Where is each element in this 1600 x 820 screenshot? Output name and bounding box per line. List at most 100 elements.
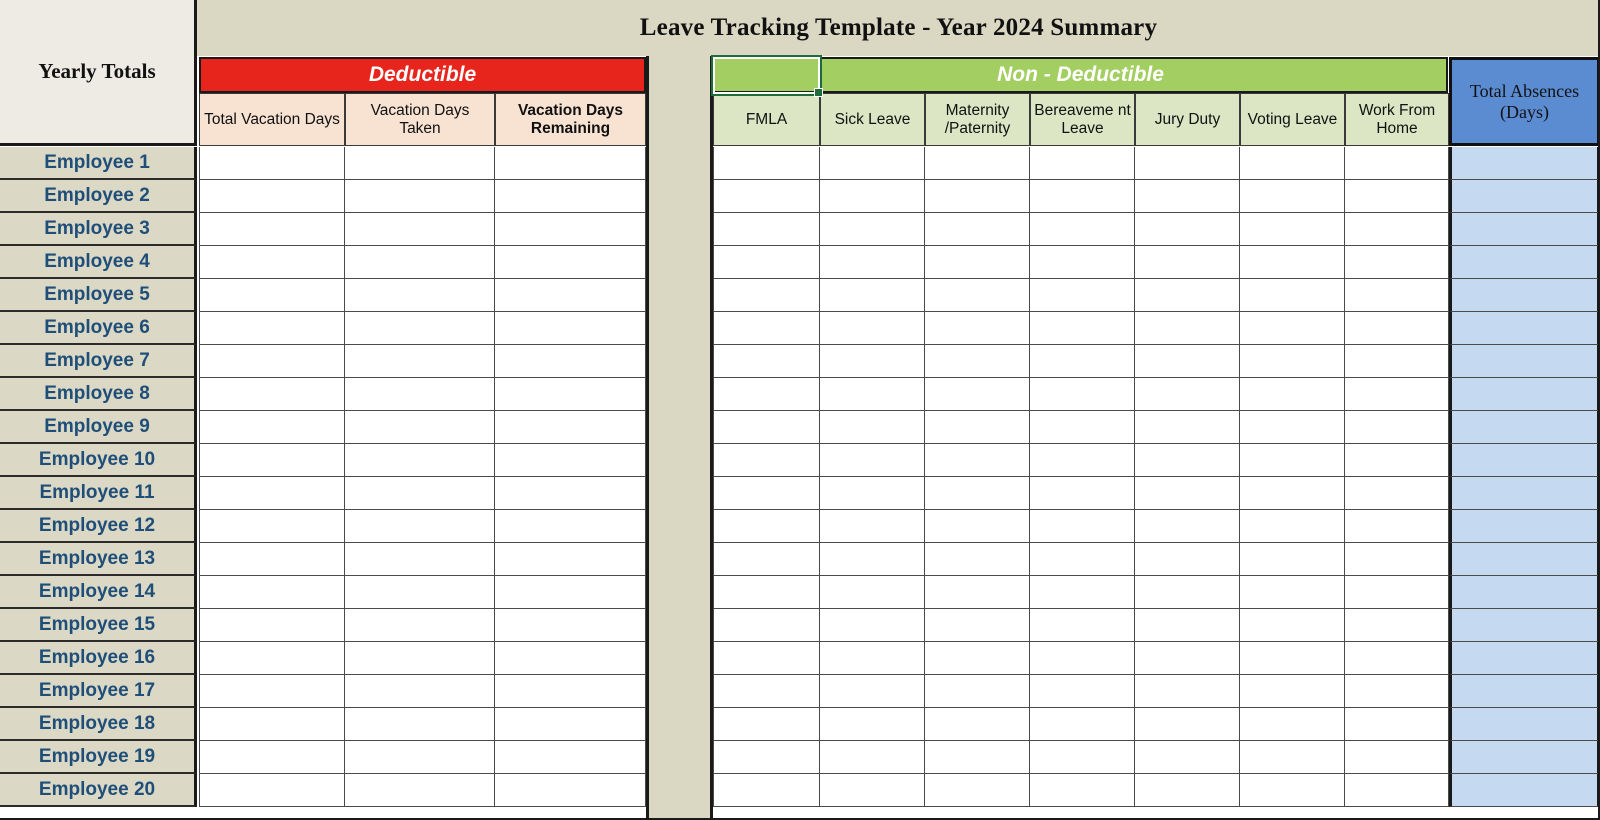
cell-non-deductible-r5-c4[interactable] (1030, 279, 1135, 312)
cell-non-deductible-r8-c3[interactable] (925, 378, 1030, 411)
cell-deductible-r13-c1[interactable] (199, 543, 345, 576)
cell-non-deductible-r8-c4[interactable] (1030, 378, 1135, 411)
cell-deductible-r4-c3[interactable] (495, 246, 646, 279)
cell-non-deductible-r17-c2[interactable] (820, 675, 925, 708)
employee-name-cell-17[interactable]: Employee 17 (0, 675, 197, 708)
employee-name-cell-2[interactable]: Employee 2 (0, 180, 197, 213)
cell-non-deductible-r3-c7[interactable] (1345, 213, 1449, 246)
cell-non-deductible-r2-c7[interactable] (1345, 180, 1449, 213)
cell-non-deductible-r16-c1[interactable] (713, 642, 820, 675)
cell-deductible-r11-c2[interactable] (345, 477, 495, 510)
cell-total-absences-r11[interactable] (1449, 477, 1600, 510)
cell-non-deductible-r18-c7[interactable] (1345, 708, 1449, 741)
cell-non-deductible-r11-c1[interactable] (713, 477, 820, 510)
cell-non-deductible-r3-c2[interactable] (820, 213, 925, 246)
cell-deductible-r13-c3[interactable] (495, 543, 646, 576)
cell-non-deductible-r20-c7[interactable] (1345, 774, 1449, 807)
cell-non-deductible-r9-c5[interactable] (1135, 411, 1240, 444)
cell-non-deductible-r9-c7[interactable] (1345, 411, 1449, 444)
cell-deductible-r19-c1[interactable] (199, 741, 345, 774)
cell-non-deductible-r10-c2[interactable] (820, 444, 925, 477)
cell-non-deductible-r16-c7[interactable] (1345, 642, 1449, 675)
cell-non-deductible-r20-c2[interactable] (820, 774, 925, 807)
cell-non-deductible-r5-c6[interactable] (1240, 279, 1345, 312)
employee-name-cell-18[interactable]: Employee 18 (0, 708, 197, 741)
cell-non-deductible-r2-c5[interactable] (1135, 180, 1240, 213)
cell-deductible-r3-c1[interactable] (199, 213, 345, 246)
cell-deductible-r2-c3[interactable] (495, 180, 646, 213)
cell-deductible-r20-c1[interactable] (199, 774, 345, 807)
cell-non-deductible-r14-c5[interactable] (1135, 576, 1240, 609)
cell-deductible-r12-c3[interactable] (495, 510, 646, 543)
cell-non-deductible-r20-c1[interactable] (713, 774, 820, 807)
cell-deductible-r10-c3[interactable] (495, 444, 646, 477)
employee-name-cell-8[interactable]: Employee 8 (0, 378, 197, 411)
cell-non-deductible-r8-c7[interactable] (1345, 378, 1449, 411)
cell-non-deductible-r2-c2[interactable] (820, 180, 925, 213)
cell-deductible-r2-c2[interactable] (345, 180, 495, 213)
cell-deductible-r5-c3[interactable] (495, 279, 646, 312)
cell-non-deductible-r19-c6[interactable] (1240, 741, 1345, 774)
cell-non-deductible-r4-c6[interactable] (1240, 246, 1345, 279)
cell-non-deductible-r11-c3[interactable] (925, 477, 1030, 510)
cell-non-deductible-r13-c1[interactable] (713, 543, 820, 576)
cell-non-deductible-r6-c5[interactable] (1135, 312, 1240, 345)
cell-deductible-r16-c2[interactable] (345, 642, 495, 675)
cell-total-absences-r6[interactable] (1449, 312, 1600, 345)
cell-non-deductible-r12-c3[interactable] (925, 510, 1030, 543)
cell-non-deductible-r12-c7[interactable] (1345, 510, 1449, 543)
cell-non-deductible-r9-c6[interactable] (1240, 411, 1345, 444)
cell-deductible-r15-c1[interactable] (199, 609, 345, 642)
cell-non-deductible-r9-c3[interactable] (925, 411, 1030, 444)
cell-non-deductible-r16-c3[interactable] (925, 642, 1030, 675)
cell-non-deductible-r1-c7[interactable] (1345, 147, 1449, 180)
cell-total-absences-r16[interactable] (1449, 642, 1600, 675)
employee-name-cell-9[interactable]: Employee 9 (0, 411, 197, 444)
cell-non-deductible-r19-c2[interactable] (820, 741, 925, 774)
employee-name-cell-14[interactable]: Employee 14 (0, 576, 197, 609)
cell-non-deductible-r15-c6[interactable] (1240, 609, 1345, 642)
cell-deductible-r17-c2[interactable] (345, 675, 495, 708)
cell-non-deductible-r5-c3[interactable] (925, 279, 1030, 312)
cell-non-deductible-r7-c2[interactable] (820, 345, 925, 378)
cell-deductible-r5-c2[interactable] (345, 279, 495, 312)
cell-non-deductible-r8-c2[interactable] (820, 378, 925, 411)
cell-non-deductible-r18-c3[interactable] (925, 708, 1030, 741)
cell-deductible-r6-c3[interactable] (495, 312, 646, 345)
cell-deductible-r6-c1[interactable] (199, 312, 345, 345)
cell-deductible-r10-c2[interactable] (345, 444, 495, 477)
cell-non-deductible-r7-c3[interactable] (925, 345, 1030, 378)
cell-total-absences-r15[interactable] (1449, 609, 1600, 642)
cell-non-deductible-r13-c6[interactable] (1240, 543, 1345, 576)
cell-deductible-r14-c2[interactable] (345, 576, 495, 609)
cell-deductible-r6-c2[interactable] (345, 312, 495, 345)
cell-non-deductible-r16-c2[interactable] (820, 642, 925, 675)
cell-non-deductible-r1-c4[interactable] (1030, 147, 1135, 180)
cell-non-deductible-r7-c6[interactable] (1240, 345, 1345, 378)
cell-non-deductible-r14-c3[interactable] (925, 576, 1030, 609)
cell-deductible-r13-c2[interactable] (345, 543, 495, 576)
cell-non-deductible-r20-c4[interactable] (1030, 774, 1135, 807)
cell-total-absences-r20[interactable] (1449, 774, 1600, 807)
cell-non-deductible-r16-c4[interactable] (1030, 642, 1135, 675)
cell-total-absences-r10[interactable] (1449, 444, 1600, 477)
cell-non-deductible-r14-c6[interactable] (1240, 576, 1345, 609)
cell-total-absences-r7[interactable] (1449, 345, 1600, 378)
cell-non-deductible-r15-c5[interactable] (1135, 609, 1240, 642)
cell-deductible-r9-c1[interactable] (199, 411, 345, 444)
cell-non-deductible-r12-c6[interactable] (1240, 510, 1345, 543)
cell-deductible-r7-c2[interactable] (345, 345, 495, 378)
cell-deductible-r9-c2[interactable] (345, 411, 495, 444)
cell-non-deductible-r12-c2[interactable] (820, 510, 925, 543)
cell-non-deductible-r13-c3[interactable] (925, 543, 1030, 576)
cell-deductible-r5-c1[interactable] (199, 279, 345, 312)
cell-deductible-r8-c1[interactable] (199, 378, 345, 411)
cell-total-absences-r3[interactable] (1449, 213, 1600, 246)
cell-non-deductible-r3-c5[interactable] (1135, 213, 1240, 246)
cell-non-deductible-r2-c6[interactable] (1240, 180, 1345, 213)
cell-deductible-r20-c2[interactable] (345, 774, 495, 807)
cell-non-deductible-r9-c1[interactable] (713, 411, 820, 444)
cell-deductible-r3-c3[interactable] (495, 213, 646, 246)
cell-non-deductible-r6-c2[interactable] (820, 312, 925, 345)
cell-non-deductible-r16-c5[interactable] (1135, 642, 1240, 675)
